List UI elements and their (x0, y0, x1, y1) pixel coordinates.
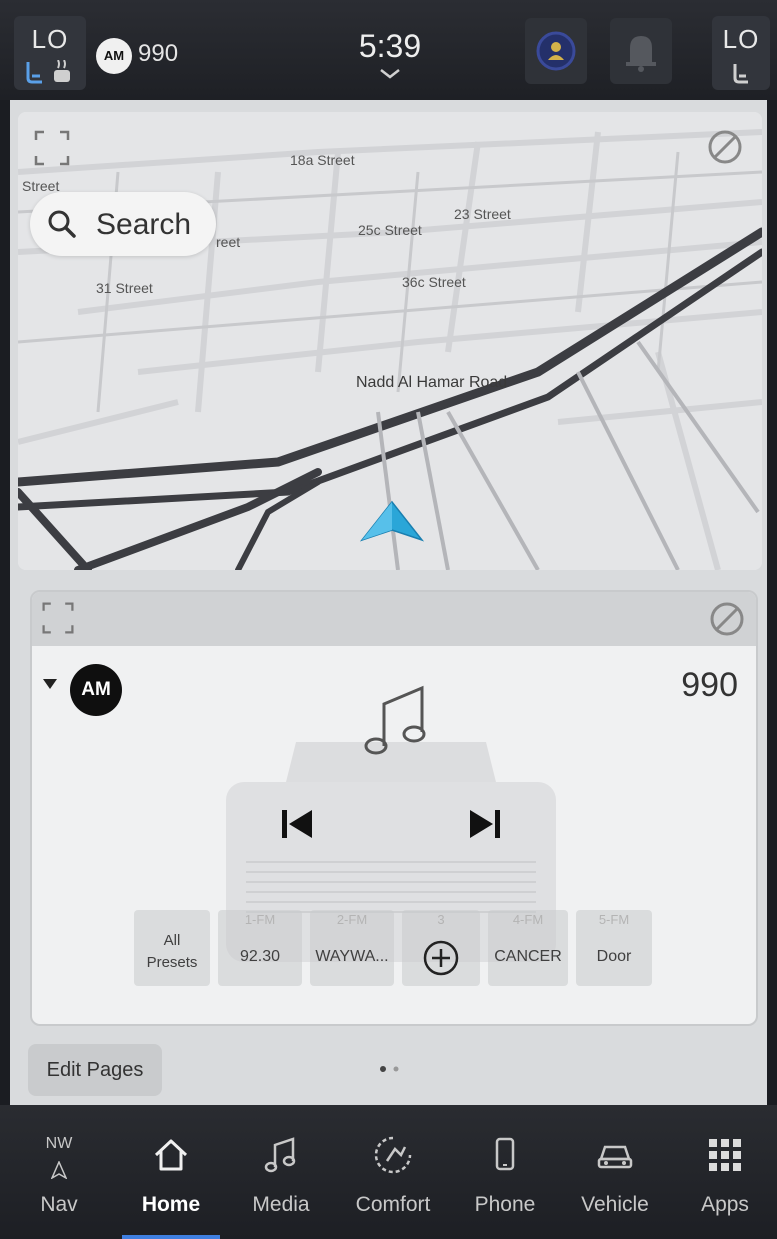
nav-label: Phone (474, 1193, 536, 1216)
nav-tab-vehicle[interactable]: Vehicle (560, 1105, 670, 1239)
previous-track-button[interactable] (280, 806, 314, 842)
driver-temperature: LO (31, 24, 69, 54)
bottom-nav-bar: NW Nav Home Media Comfort Phone Vehicle … (0, 1105, 777, 1239)
preset-label: Door (596, 948, 632, 965)
road-label: Nadd Al Hamar Road (356, 374, 508, 391)
home-icon (154, 1139, 188, 1171)
preset-label: 92.30 (239, 948, 281, 965)
phone-icon (495, 1137, 515, 1171)
nav-tab-apps[interactable]: Apps (670, 1105, 777, 1239)
notifications-button[interactable] (610, 18, 672, 84)
status-bar: LO AM 990 5:39 LO (0, 0, 777, 100)
all-presets-button[interactable]: All Presets (134, 910, 210, 986)
street-label: 25c Street (358, 222, 422, 238)
nav-tab-home[interactable]: Home (116, 1105, 226, 1239)
source-dropdown-icon[interactable] (42, 678, 58, 690)
street-label: reet (216, 234, 241, 250)
profile-button[interactable] (525, 18, 587, 84)
bell-icon (626, 36, 656, 72)
nav-tab-nav[interactable]: NW Nav (4, 1105, 114, 1239)
comfort-icon (374, 1136, 412, 1174)
expand-icon[interactable] (40, 600, 76, 636)
passenger-climate-button[interactable]: LO (712, 16, 770, 90)
page-indicator[interactable] (376, 1064, 404, 1074)
expand-icon[interactable] (32, 128, 72, 168)
nav-label: Nav (40, 1193, 78, 1216)
apps-grid-icon (709, 1139, 741, 1171)
nav-tab-comfort[interactable]: Comfort (338, 1105, 448, 1239)
nav-tab-phone[interactable]: Phone (450, 1105, 560, 1239)
map-widget[interactable]: 18a Street Street 23 Street 25c Street r… (18, 112, 762, 570)
preset-label: All Presets (146, 932, 198, 971)
profile-icon (536, 31, 576, 71)
street-label: 18a Street (290, 152, 355, 168)
preset-button-3[interactable]: 3 (402, 910, 480, 986)
street-label: Street (22, 178, 60, 194)
station-frequency: 990 (681, 666, 738, 704)
nav-label: Apps (701, 1193, 749, 1216)
presets-row: All Presets 1-FM 92.30 2-FM WAYWA... 3 4… (134, 910, 654, 986)
preset-number: 2-FM (336, 912, 368, 927)
media-widget-header (32, 592, 756, 646)
preset-number: 1-FM (244, 912, 276, 927)
clock[interactable]: 5:39 (330, 28, 450, 65)
compass-icon (51, 1161, 67, 1179)
music-note-icon (364, 685, 426, 755)
media-widget[interactable]: AM 990 All Presets 1-FM 92.30 2-FM WAYWA… (30, 590, 758, 1026)
compass-direction: NW (45, 1135, 73, 1152)
music-note-icon (264, 1137, 296, 1173)
widget-settings-icon[interactable] (708, 600, 746, 638)
nav-label: Vehicle (581, 1193, 649, 1216)
preset-button-4[interactable]: 4-FM CANCER (488, 910, 568, 986)
preset-number: 3 (437, 912, 445, 927)
vehicle-position-arrow-icon (360, 500, 424, 542)
preset-button-1[interactable]: 1-FM 92.30 (218, 910, 302, 986)
preset-button-5[interactable]: 5-FM Door (576, 910, 652, 986)
map-search-button[interactable]: Search (30, 192, 216, 256)
add-icon (423, 940, 459, 976)
widget-settings-icon[interactable] (706, 128, 744, 166)
preset-button-2[interactable]: 2-FM WAYWA... (310, 910, 394, 986)
heated-seat-icon (26, 60, 70, 84)
nav-tab-media[interactable]: Media (226, 1105, 336, 1239)
source-badge[interactable]: AM (70, 664, 122, 716)
preset-label: CANCER (494, 948, 562, 965)
preset-number: 5-FM (598, 912, 630, 927)
street-label: 31 Street (96, 280, 153, 296)
next-track-button[interactable] (468, 806, 502, 842)
seat-icon (733, 64, 748, 84)
nav-label: Home (141, 1193, 201, 1216)
preset-number: 4-FM (512, 912, 544, 927)
radio-band-badge[interactable]: AM (96, 38, 132, 74)
search-icon (48, 210, 76, 238)
search-label: Search (96, 208, 192, 241)
edit-pages-button[interactable]: Edit Pages (28, 1044, 162, 1096)
passenger-temperature: LO (722, 24, 760, 54)
nav-label: Media (252, 1193, 310, 1216)
street-label: 23 Street (454, 206, 511, 222)
chevron-down-icon[interactable] (378, 68, 402, 80)
home-page: 18a Street Street 23 Street 25c Street r… (10, 100, 767, 1105)
driver-climate-button[interactable]: LO (14, 16, 86, 90)
nav-label: Comfort (355, 1193, 431, 1216)
street-label: 36c Street (402, 274, 466, 290)
preset-label: WAYWA... (315, 948, 389, 965)
radio-frequency[interactable]: 990 (138, 40, 178, 68)
vehicle-icon (597, 1145, 633, 1169)
active-tab-indicator (122, 1235, 220, 1239)
